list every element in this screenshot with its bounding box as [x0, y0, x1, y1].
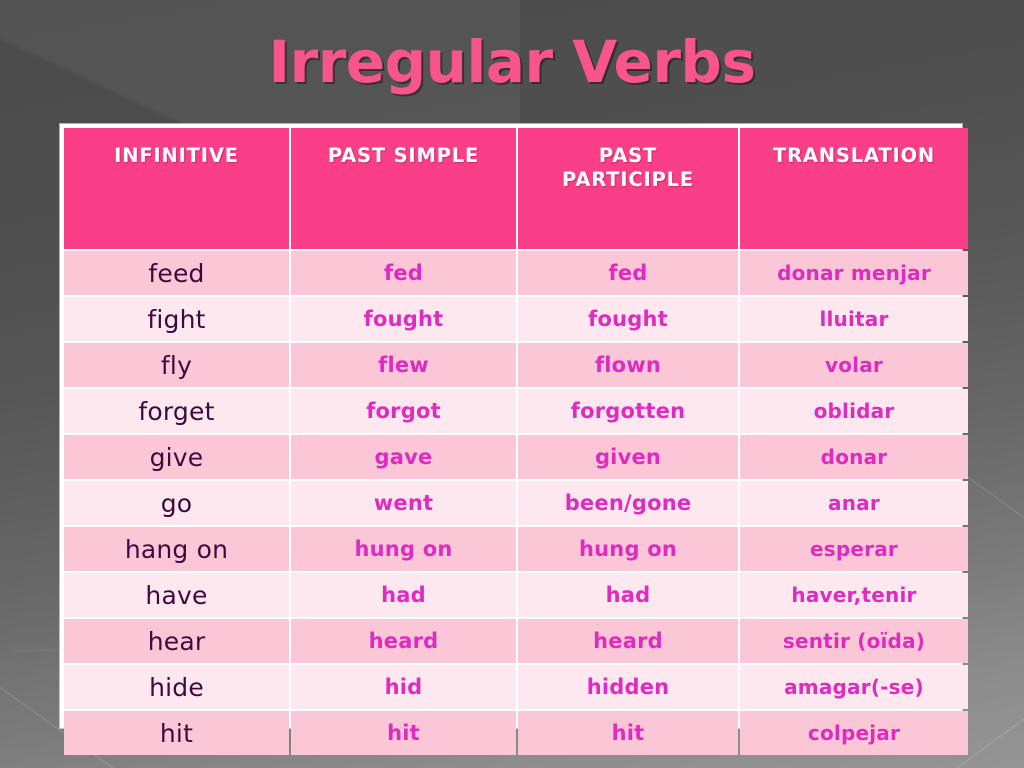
cell-infinitive: give: [64, 435, 289, 479]
cell-past-simple: gave: [291, 435, 516, 479]
cell-past-simple: went: [291, 481, 516, 525]
cell-past-participle: been/gone: [518, 481, 738, 525]
table-row: go went been/gone anar: [64, 481, 968, 525]
cell-translation: sentir (oïda): [740, 619, 968, 663]
cell-infinitive: fight: [64, 297, 289, 341]
cell-past-participle: hidden: [518, 665, 738, 709]
cell-infinitive: hear: [64, 619, 289, 663]
column-header-past-participle-label-line1: PAST: [598, 144, 658, 167]
cell-past-participle: had: [518, 573, 738, 617]
table-row: hide hid hidden amagar(-se): [64, 665, 968, 709]
cell-translation: anar: [740, 481, 968, 525]
table-row: forget forgot forgotten oblidar: [64, 389, 968, 433]
cell-translation: donar menjar: [740, 251, 968, 295]
slide-title: Irregular Verbs: [268, 28, 756, 96]
table-row: hear heard heard sentir (oïda): [64, 619, 968, 663]
cell-past-participle: forgotten: [518, 389, 738, 433]
cell-translation: haver,tenir: [740, 573, 968, 617]
cell-infinitive: hide: [64, 665, 289, 709]
column-header-past-simple: PAST SIMPLE: [291, 128, 516, 249]
column-header-infinitive: INFINITIVE: [64, 128, 289, 249]
cell-infinitive: fly: [64, 343, 289, 387]
cell-translation: colpejar: [740, 711, 968, 755]
cell-translation: lluitar: [740, 297, 968, 341]
table-row: feed fed fed donar menjar: [64, 251, 968, 295]
table-row: hang on hung on hung on esperar: [64, 527, 968, 571]
table-row: fly flew flown volar: [64, 343, 968, 387]
cell-past-participle: heard: [518, 619, 738, 663]
cell-past-simple: had: [291, 573, 516, 617]
cell-past-participle: hit: [518, 711, 738, 755]
cell-past-participle: flown: [518, 343, 738, 387]
cell-past-participle: fought: [518, 297, 738, 341]
column-header-translation-label: TRANSLATION: [772, 144, 936, 167]
cell-translation: esperar: [740, 527, 968, 571]
cell-infinitive: feed: [64, 251, 289, 295]
column-header-past-participle: PAST PARTICIPLE: [518, 128, 738, 249]
cell-past-simple: heard: [291, 619, 516, 663]
cell-past-simple: hid: [291, 665, 516, 709]
cell-past-participle: fed: [518, 251, 738, 295]
cell-infinitive: hang on: [64, 527, 289, 571]
table-row: fight fought fought lluitar: [64, 297, 968, 341]
cell-translation: amagar(-se): [740, 665, 968, 709]
cell-infinitive: have: [64, 573, 289, 617]
cell-past-simple: forgot: [291, 389, 516, 433]
cell-translation: oblidar: [740, 389, 968, 433]
column-header-infinitive-label: INFINITIVE: [114, 144, 239, 167]
cell-past-simple: hit: [291, 711, 516, 755]
cell-translation: donar: [740, 435, 968, 479]
cell-infinitive: hit: [64, 711, 289, 755]
table-header-row: INFINITIVE PAST SIMPLE PAST PARTICIPLE T…: [64, 128, 968, 249]
cell-past-participle: hung on: [518, 527, 738, 571]
cell-past-simple: flew: [291, 343, 516, 387]
column-header-past-simple-label: PAST SIMPLE: [327, 144, 480, 167]
table-row: hit hit hit colpejar: [64, 711, 968, 755]
table-header: INFINITIVE PAST SIMPLE PAST PARTICIPLE T…: [64, 128, 968, 249]
cell-past-simple: fought: [291, 297, 516, 341]
cell-infinitive: go: [64, 481, 289, 525]
cell-translation: volar: [740, 343, 968, 387]
table-row: give gave given donar: [64, 435, 968, 479]
cell-infinitive: forget: [64, 389, 289, 433]
column-header-past-participle-label-line2: PARTICIPLE: [562, 168, 694, 192]
table-body: feed fed fed donar menjar fight fought fought l…: [64, 251, 968, 755]
cell-past-simple: fed: [291, 251, 516, 295]
irregular-verbs-table-container: INFINITIVE PAST SIMPLE PAST PARTICIPLE T…: [60, 124, 968, 755]
cell-past-participle: given: [518, 435, 738, 479]
cell-past-simple: hung on: [291, 527, 516, 571]
table-row: have had had haver,tenir: [64, 573, 968, 617]
column-header-translation: TRANSLATION: [740, 128, 968, 249]
irregular-verbs-table: INFINITIVE PAST SIMPLE PAST PARTICIPLE T…: [62, 126, 970, 757]
